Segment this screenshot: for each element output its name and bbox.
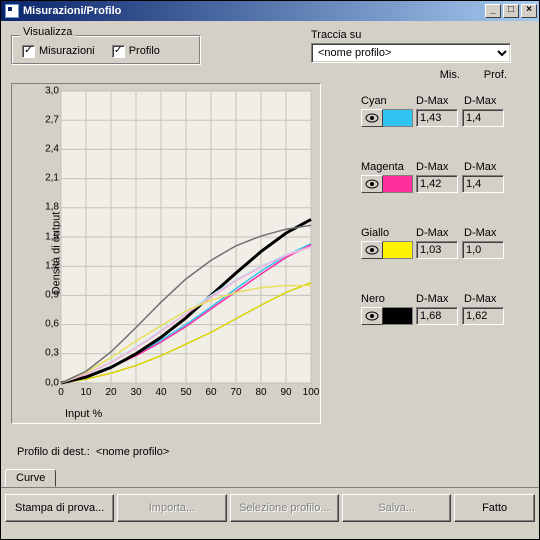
window-title: Misurazioni/Profilo [23,5,121,17]
check-icon: ✓ [22,45,35,58]
ink-block-cyan: CyanD-MaxD-Max1,431,4 [361,95,529,127]
content: Visualizza ✓ Misurazioni ✓ Profilo Tracc… [1,21,539,539]
checkbox-misurazioni[interactable]: ✓ Misurazioni [22,45,95,58]
header-prof: Prof. [463,69,507,81]
salva-button[interactable]: Salva... [342,494,451,522]
chart-frame: Densità di output Input % 0,00,30,60,91,… [11,83,321,424]
ink-name: Giallo [361,227,416,239]
tab-curve[interactable]: Curve [5,469,56,487]
visibility-toggle-cyan[interactable] [361,109,383,127]
close-button[interactable]: × [521,4,537,18]
ink-name: Cyan [361,95,416,107]
dmax-prof-value: 1,0 [462,241,504,259]
titlebar: Misurazioni/Profilo _ □ × [1,1,539,21]
seleziona-button[interactable]: Selezione profilo... [230,494,339,522]
tab-row: Curve [1,468,539,488]
visibility-toggle-magenta[interactable] [361,175,383,193]
ink-block-magenta: MagentaD-MaxD-Max1,421,4 [361,161,529,193]
swatch-giallo [383,241,413,259]
dmax-prof-label: D-Max [464,161,512,173]
checkbox-label: Profilo [129,45,160,57]
dmax-prof-value: 1,4 [462,175,504,193]
dmax-prof-value: 1,4 [462,109,504,127]
swatch-nero [383,307,413,325]
window: Misurazioni/Profilo _ □ × Visualizza ✓ M… [0,0,540,540]
dmax-prof-label: D-Max [464,293,512,305]
ink-name: Magenta [361,161,416,173]
profile-dest: Profilo di dest.: <nome profilo> [17,446,529,458]
button-bar: Stampa di prova... Importa... Selezione … [1,494,539,522]
checkbox-label: Misurazioni [39,45,95,57]
side-header: Mis. Prof. [361,69,529,81]
dmax-mis-value: 1,43 [416,109,458,127]
ink-name: Nero [361,293,416,305]
plot-svg [13,85,317,422]
dmax-mis-label: D-Max [416,293,464,305]
dmax-mis-label: D-Max [416,227,464,239]
group-label-visualizza: Visualizza [20,26,75,38]
select-traccia-su[interactable]: <nome profilo> [311,43,511,63]
dmax-prof-value: 1,62 [462,307,504,325]
dmax-mis-label: D-Max [416,95,464,107]
visibility-toggle-giallo[interactable] [361,241,383,259]
fatto-button[interactable]: Fatto [454,494,535,522]
visibility-toggle-nero[interactable] [361,307,383,325]
label-traccia-su: Traccia su [311,29,529,41]
dmax-mis-label: D-Max [416,161,464,173]
profile-dest-value: <nome profilo> [96,446,169,458]
dmax-prof-label: D-Max [464,95,512,107]
group-visualizza: Visualizza ✓ Misurazioni ✓ Profilo [11,35,201,65]
header-mis: Mis. [416,69,460,81]
ink-block-giallo: GialloD-MaxD-Max1,031,0 [361,227,529,259]
stampa-button[interactable]: Stampa di prova... [5,494,114,522]
importa-button[interactable]: Importa... [117,494,226,522]
maximize-button[interactable]: □ [503,4,519,18]
swatch-cyan [383,109,413,127]
app-icon [5,4,19,18]
minimize-button[interactable]: _ [485,4,501,18]
dmax-mis-value: 1,42 [416,175,458,193]
dmax-prof-label: D-Max [464,227,512,239]
dmax-mis-value: 1,03 [416,241,458,259]
ink-block-nero: NeroD-MaxD-Max1,681,62 [361,293,529,325]
dmax-mis-value: 1,68 [416,307,458,325]
checkbox-profilo[interactable]: ✓ Profilo [112,45,160,58]
swatch-magenta [383,175,413,193]
chart: Densità di output Input % 0,00,30,60,91,… [13,85,317,422]
check-icon: ✓ [112,45,125,58]
profile-dest-label: Profilo di dest.: [17,446,90,458]
